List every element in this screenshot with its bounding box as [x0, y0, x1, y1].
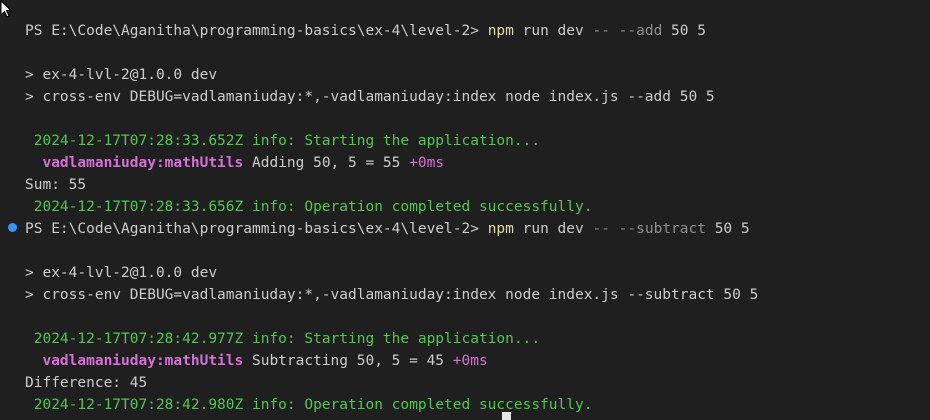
arg-separator: --	[592, 221, 610, 237]
debug-elapsed: +0ms	[452, 353, 488, 369]
arg-separator: --	[592, 23, 610, 39]
terminal-cursor	[502, 412, 511, 420]
terminal-panel[interactable]: PS E:\Code\Aganitha\programming-basics\e…	[0, 0, 930, 420]
debug-namespace: vadlamaniuday:mathUtils	[25, 155, 244, 171]
command-status-dot-icon[interactable]	[8, 223, 17, 232]
npm-command: npm	[487, 23, 514, 39]
difference-result-line: Difference: 45	[25, 375, 148, 391]
log-start-line: 2024-12-17T07:28:33.652Z info: Starting …	[25, 133, 541, 149]
add-flag: --add	[609, 23, 663, 39]
sum-result-line: Sum: 55	[25, 177, 87, 193]
command-args: 50 5	[662, 23, 706, 39]
subtract-flag: --subtract	[609, 221, 706, 237]
debug-line: vadlamaniuday:mathUtils Subtracting 50, …	[25, 350, 488, 372]
log-start-line: 2024-12-17T07:28:42.977Z info: Starting …	[25, 331, 541, 347]
log-done-line: 2024-12-17T07:28:33.656Z info: Operation…	[25, 199, 593, 215]
command-line-add: PS E:\Code\Aganitha\programming-basics\e…	[25, 20, 706, 42]
cross-env-line: > cross-env DEBUG=vadlamaniuday:*,-vadla…	[25, 287, 759, 303]
command-args: 50 5	[705, 221, 750, 237]
cross-env-line: > cross-env DEBUG=vadlamaniuday:*,-vadla…	[25, 89, 715, 105]
run-dev-text: run dev	[513, 23, 593, 39]
mouse-pointer-icon	[0, 0, 12, 18]
debug-elapsed: +0ms	[409, 155, 445, 171]
debug-message: Adding 50, 5 = 55	[243, 155, 410, 171]
debug-namespace: vadlamaniuday:mathUtils	[25, 353, 244, 369]
package-script-line: > ex-4-lvl-2@1.0.0 dev	[25, 67, 218, 83]
command-line-subtract: PS E:\Code\Aganitha\programming-basics\e…	[25, 218, 750, 240]
debug-line: vadlamaniuday:mathUtils Adding 50, 5 = 5…	[25, 152, 444, 174]
prompt-text: PS E:\Code\Aganitha\programming-basics\e…	[25, 23, 488, 39]
package-script-line: > ex-4-lvl-2@1.0.0 dev	[25, 265, 218, 281]
debug-message: Subtracting 50, 5 = 45	[243, 353, 453, 369]
npm-command: npm	[487, 221, 514, 237]
run-dev-text: run dev	[513, 221, 593, 237]
prompt-text: PS E:\Code\Aganitha\programming-basics\e…	[25, 221, 488, 237]
